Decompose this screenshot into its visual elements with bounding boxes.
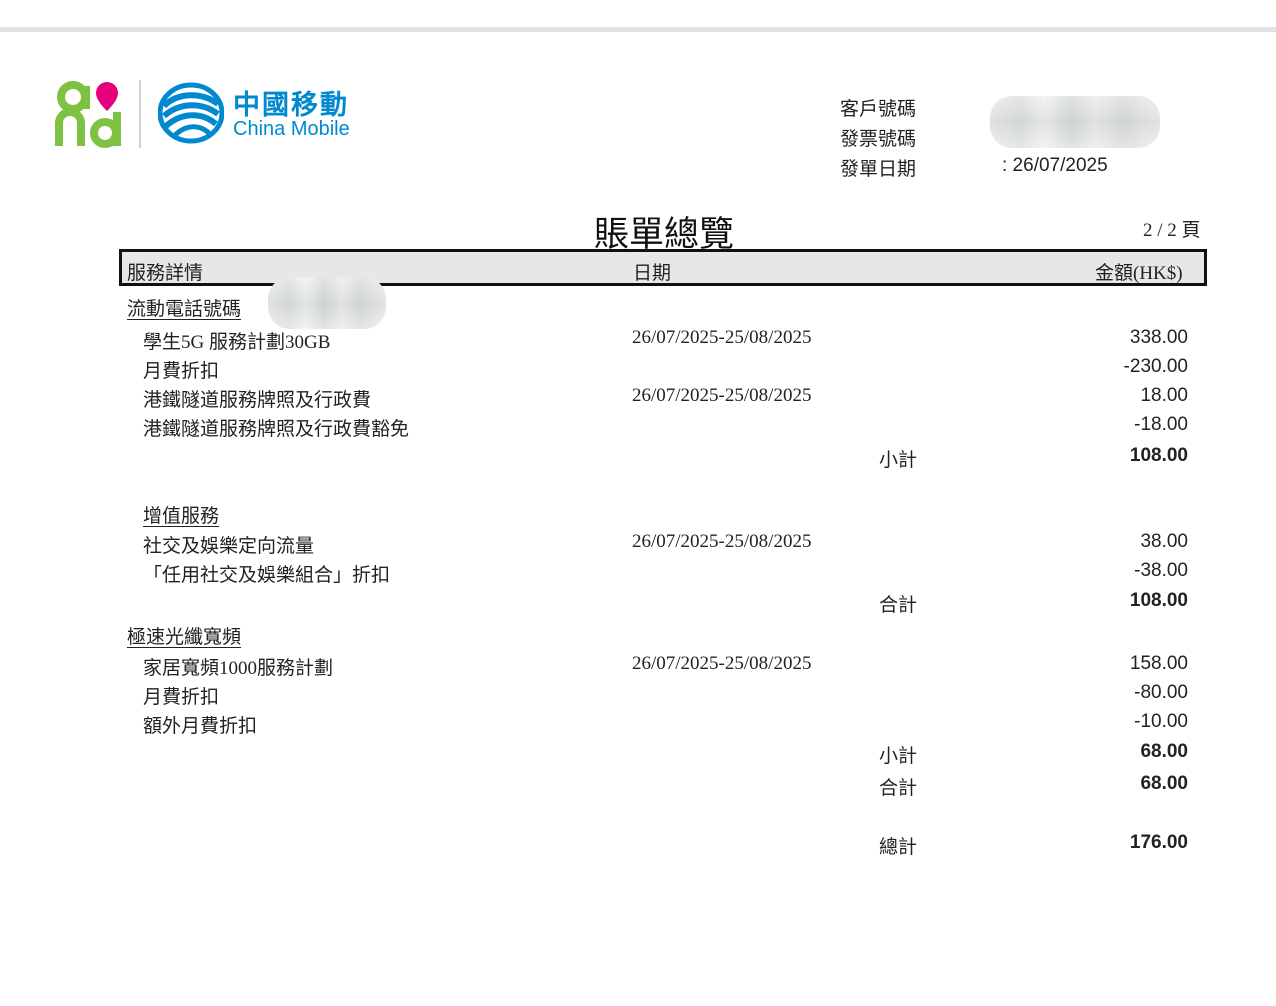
col-service-header: 服務詳情 (127, 263, 204, 284)
total-label: 合計 (879, 595, 918, 616)
invoice-no-label: 發票號碼 (840, 129, 917, 150)
total-label: 合計 (879, 778, 918, 799)
line-item-name: 月費折扣 (143, 687, 220, 708)
col-amount-header: 金額(HK$) (1095, 263, 1183, 284)
line-item-name: 「任用社交及娛樂組合」折扣 (143, 565, 391, 586)
redacted-account-numbers (990, 96, 1160, 148)
subtotal-label: 小計 (879, 450, 918, 471)
line-item-date: 26/07/2025-25/08/2025 (632, 385, 812, 406)
customer-no-label: 客戶號碼 (840, 99, 917, 120)
line-item-amount: -10.00 (1134, 711, 1188, 732)
line-item-amount: 38.00 (1140, 531, 1188, 552)
section-title-broadband: 極速光纖寬頻 (127, 627, 242, 648)
line-item-name: 港鐵隧道服務牌照及行政費豁免 (143, 419, 410, 440)
line-item-amount: -80.00 (1134, 682, 1188, 703)
and-logo (55, 78, 127, 150)
line-item-date: 26/07/2025-25/08/2025 (632, 653, 812, 674)
grand-total-label: 總計 (879, 837, 918, 858)
china-mobile-en-name: China Mobile (233, 118, 350, 140)
line-item-amount: 338.00 (1129, 327, 1188, 348)
china-mobile-cn-name: 中國移動 (233, 90, 349, 120)
col-date-header: 日期 (633, 263, 672, 284)
line-item-amount: -18.00 (1134, 414, 1188, 435)
page-number: 2 / 2 頁 (1143, 220, 1201, 241)
line-item-name: 家居寬頻1000服務計劃 (143, 658, 334, 679)
logo-divider (139, 80, 141, 148)
line-item-amount: -230.00 (1123, 356, 1188, 377)
total-amount: 108.00 (1129, 590, 1188, 611)
line-item-date: 26/07/2025-25/08/2025 (632, 531, 812, 552)
line-item-name: 學生5G 服務計劃30GB (143, 332, 331, 353)
bill-date-value: : 26/07/2025 (1002, 155, 1108, 176)
bill-date-label: 發單日期 (840, 159, 917, 180)
subtotal-label: 小計 (879, 746, 918, 767)
subtotal-amount: 68.00 (1140, 741, 1188, 762)
redacted-phone-number (268, 277, 386, 329)
line-item-name: 月費折扣 (143, 361, 220, 382)
line-item-date: 26/07/2025-25/08/2025 (632, 327, 812, 348)
viewer-top-bar (0, 27, 1276, 32)
line-item-amount: 158.00 (1129, 653, 1188, 674)
section-title-vas: 增值服務 (143, 506, 220, 527)
line-item-name: 額外月費折扣 (143, 716, 258, 737)
line-item-name: 社交及娛樂定向流量 (143, 536, 315, 557)
line-item-amount: 18.00 (1140, 385, 1188, 406)
total-amount: 68.00 (1140, 773, 1188, 794)
grand-total-amount: 176.00 (1129, 832, 1188, 853)
line-item-amount: -38.00 (1134, 560, 1188, 581)
subtotal-amount: 108.00 (1129, 445, 1188, 466)
china-mobile-logo-icon (157, 82, 225, 144)
section-title-mobile: 流動電話號碼 (127, 299, 242, 320)
line-item-name: 港鐵隧道服務牌照及行政費 (143, 390, 372, 411)
